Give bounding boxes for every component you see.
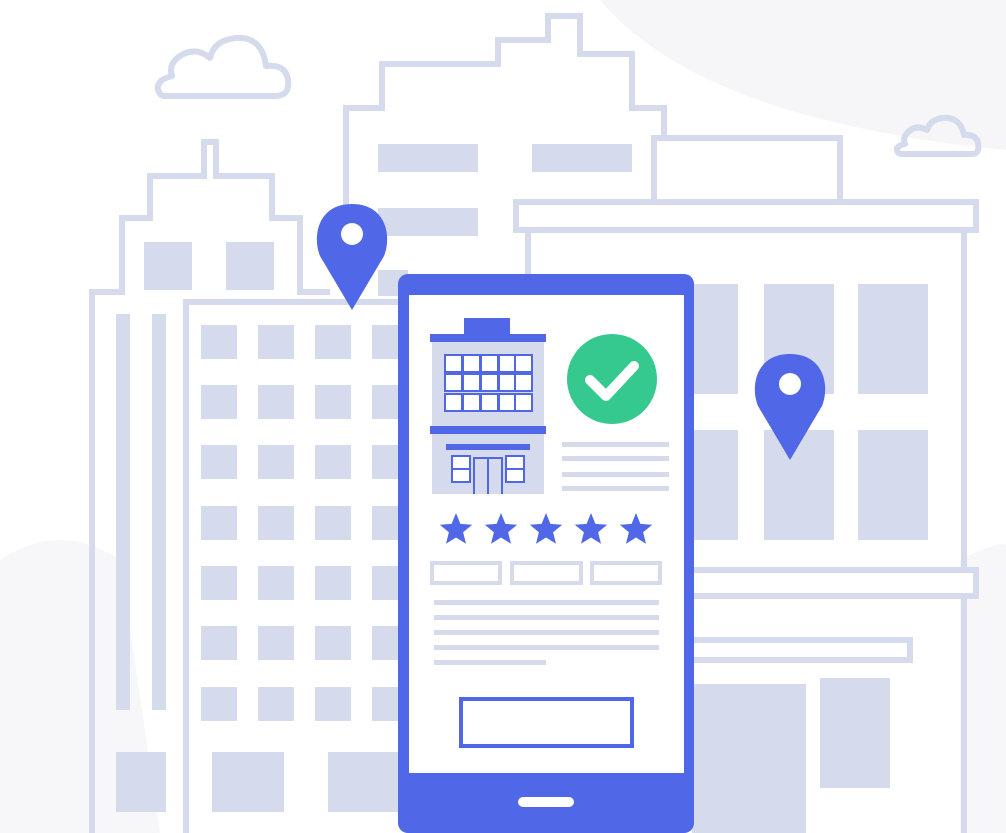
book-button[interactable] (459, 697, 634, 748)
building-window (201, 325, 237, 359)
building-window (258, 626, 294, 660)
building-window (201, 626, 237, 660)
building-window (315, 506, 351, 540)
building-window (201, 506, 237, 540)
building-window (258, 687, 294, 721)
building-window (258, 445, 294, 479)
phone-mockup (398, 274, 694, 833)
building-window (258, 506, 294, 540)
building-window (315, 325, 351, 359)
building-window (315, 566, 351, 600)
hotel-icon (430, 318, 546, 494)
building-window (258, 325, 294, 359)
building-window (258, 566, 294, 600)
cloud-icon (154, 34, 292, 99)
building-window (201, 445, 237, 479)
building-window (201, 566, 237, 600)
check-circle-icon (567, 334, 657, 424)
building-window (315, 445, 351, 479)
building-window (315, 626, 351, 660)
building-center (343, 13, 667, 296)
building-window (315, 687, 351, 721)
building-front (183, 299, 408, 833)
building-window (201, 687, 237, 721)
phone-home-button[interactable] (518, 797, 574, 807)
building-window (258, 385, 294, 419)
building-window (201, 385, 237, 419)
building-window (315, 385, 351, 419)
hotel-booking-illustration (0, 0, 1006, 833)
